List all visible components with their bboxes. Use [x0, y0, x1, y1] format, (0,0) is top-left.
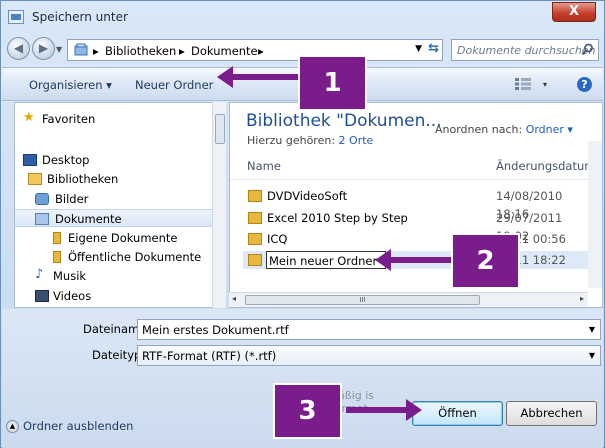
nav-label: Eigene Dokumente — [68, 231, 178, 245]
history-dropdown-icon[interactable]: ▼ — [56, 45, 62, 54]
locations-link[interactable]: 2 Orte — [339, 134, 374, 147]
filetype-value: RTF-Format (RTF) (*.rtf) — [142, 349, 277, 363]
close-button[interactable]: X — [552, 2, 596, 22]
nav-label: Videos — [53, 289, 92, 303]
save-as-dialog: Speichern unter X ◀ ▶ ▼ ▸ Bibliotheken ▸… — [0, 0, 605, 448]
breadcrumb-separator[interactable]: ▸ — [258, 44, 264, 58]
nav-item-musik[interactable]: ♪ Musik — [15, 267, 225, 285]
videos-icon — [35, 290, 49, 302]
nav-label: Musik — [53, 269, 87, 283]
address-dropdown-icon[interactable]: ▼ — [415, 44, 422, 54]
search-input[interactable]: Dokumente durchsuchen — [451, 39, 599, 61]
window-title: Speichern unter — [32, 10, 128, 24]
help-icon[interactable]: ? — [577, 77, 592, 92]
file-row[interactable]: Excel 2010 Step by Step 29/07/2011 19:02 — [243, 209, 593, 243]
scroll-right-icon[interactable]: ▸ — [580, 294, 584, 303]
folder-icon — [248, 254, 262, 266]
organize-menu[interactable]: Organisieren ▾ — [29, 78, 112, 92]
breadcrumb-bibliotheken[interactable]: Bibliotheken — [105, 44, 176, 58]
folder-icon — [248, 190, 262, 202]
nav-item-bibliotheken[interactable]: Bibliotheken — [15, 170, 225, 188]
folder-icon — [53, 251, 61, 263]
view-dropdown-icon[interactable]: ▾ — [543, 80, 547, 89]
file-list-hscrollbar[interactable]: ◂ III ▸ — [229, 292, 588, 307]
breadcrumb-dokumente[interactable]: Dokumente — [191, 44, 258, 58]
column-header-date[interactable]: Änderungsdatum — [496, 159, 595, 173]
file-name: DVDVideoSoft — [267, 189, 348, 203]
filetype-dropdown-icon[interactable]: ▼ — [589, 351, 595, 360]
arrange-by: Anordnen nach: Ordner ▾ — [435, 123, 573, 136]
file-row[interactable]: ICQ /2011 00:56 — [243, 230, 593, 248]
address-bar[interactable]: ▸ Bibliotheken ▸ Dokumente ▸ ▼ ⇆ — [67, 39, 443, 61]
file-list-vscrollbar[interactable] — [588, 141, 602, 288]
title-bar[interactable]: Speichern unter X — [1, 1, 604, 33]
refresh-icon[interactable]: ⇆ — [428, 41, 439, 56]
nav-item-oeffentliche-dokumente[interactable]: Öffentliche Dokumente — [15, 248, 225, 266]
library-subtitle-prefix: Hierzu gehören: — [247, 134, 336, 147]
nav-label: Desktop — [42, 153, 90, 167]
folder-icon — [248, 212, 262, 224]
file-name: ICQ — [267, 232, 288, 246]
breadcrumb-separator[interactable]: ▸ — [93, 44, 99, 58]
library-icon — [28, 173, 42, 185]
column-header-name[interactable]: Name — [247, 159, 281, 173]
file-row[interactable]: DVDVideoSoft 14/08/2010 18:16 — [243, 187, 593, 221]
breadcrumb-separator[interactable]: ▸ — [179, 44, 185, 58]
nav-item-dokumente[interactable]: Dokumente — [15, 209, 225, 227]
rename-input[interactable]: Mein neuer Ordner — [266, 251, 386, 269]
documents-icon — [35, 213, 49, 225]
navigation-pane: ★ Favoriten Desktop Bibliotheken Bilder … — [14, 102, 226, 308]
filetype-select[interactable]: RTF-Format (RTF) (*.rtf) ▼ — [137, 345, 601, 366]
callout-arrow-3 — [346, 407, 408, 413]
nav-item-videos[interactable]: Videos — [15, 287, 225, 305]
library-subtitle: Hierzu gehören: 2 Orte — [247, 134, 373, 147]
header-divider — [230, 179, 602, 180]
new-folder-button[interactable]: Neuer Ordner — [135, 78, 213, 92]
nav-scroll-thumb[interactable] — [215, 114, 225, 144]
music-icon: ♪ — [35, 267, 44, 282]
filename-dropdown-icon[interactable]: ▼ — [589, 325, 595, 334]
search-icon[interactable] — [581, 43, 594, 56]
callout-2: 2 — [451, 233, 520, 289]
filename-value: Mein erstes Dokument.rtf — [142, 323, 289, 337]
hscroll-thumb[interactable]: III — [245, 295, 480, 305]
forward-button[interactable]: ▶ — [32, 37, 55, 60]
arrange-label: Anordnen nach: — [435, 123, 523, 136]
library-icon — [74, 43, 88, 56]
folder-icon — [248, 233, 262, 245]
cancel-button[interactable]: Abbrechen — [506, 401, 597, 426]
callout-arrow-1 — [217, 66, 301, 88]
star-icon: ★ — [23, 110, 35, 125]
back-button[interactable]: ◀ — [7, 37, 30, 60]
pictures-icon — [35, 193, 49, 205]
desktop-icon — [23, 154, 37, 166]
view-options-icon[interactable] — [515, 78, 531, 90]
callout-3: 3 — [273, 383, 342, 439]
callout-arrow-2 — [375, 249, 459, 271]
nav-item-favoriten[interactable]: ★ Favoriten — [15, 110, 225, 128]
file-list-pane: Bibliothek "Dokumen... Hierzu gehören: 2… — [229, 102, 603, 308]
nav-label: Öffentliche Dokumente — [68, 250, 202, 264]
callout-1: 1 — [298, 55, 367, 111]
nav-label: Bibliotheken — [47, 172, 119, 186]
search-placeholder: Dokumente durchsuchen — [457, 44, 596, 57]
nav-label: Bilder — [55, 192, 89, 206]
folder-icon — [53, 232, 61, 244]
nav-item-desktop[interactable]: Desktop — [15, 151, 225, 169]
nav-item-bilder[interactable]: Bilder — [15, 190, 225, 208]
nav-scrollbar[interactable] — [212, 102, 226, 308]
nav-label: Dokumente — [55, 212, 122, 226]
filename-field[interactable]: Mein erstes Dokument.rtf ▼ — [137, 319, 601, 340]
collapse-icon[interactable]: ▲ — [6, 420, 19, 433]
nav-label: Favoriten — [42, 112, 96, 126]
document-icon — [8, 10, 24, 24]
arrange-by-dropdown[interactable]: Ordner ▾ — [526, 123, 573, 136]
nav-item-eigene-dokumente[interactable]: Eigene Dokumente — [15, 229, 225, 247]
hide-folders-link[interactable]: Ordner ausblenden — [23, 419, 133, 433]
open-button[interactable]: Öffnen — [412, 401, 503, 426]
scroll-left-icon[interactable]: ◂ — [232, 294, 236, 303]
library-title: Bibliothek "Dokumen... — [246, 111, 442, 131]
file-name: Excel 2010 Step by Step — [267, 211, 408, 225]
